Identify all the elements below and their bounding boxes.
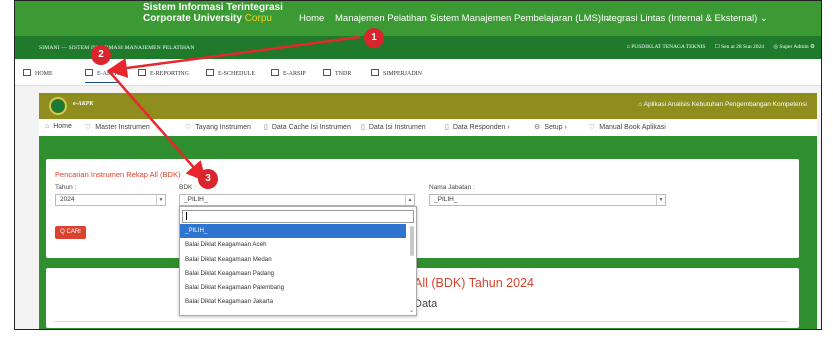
annotation-badge-2: 2 [91,45,111,65]
annotation-badge-1: 1 [364,28,384,48]
annotation-arrows [107,35,361,182]
arrow-2 [107,69,207,182]
annotation-badge-3: 3 [198,169,218,189]
arrow-1 [107,35,361,78]
